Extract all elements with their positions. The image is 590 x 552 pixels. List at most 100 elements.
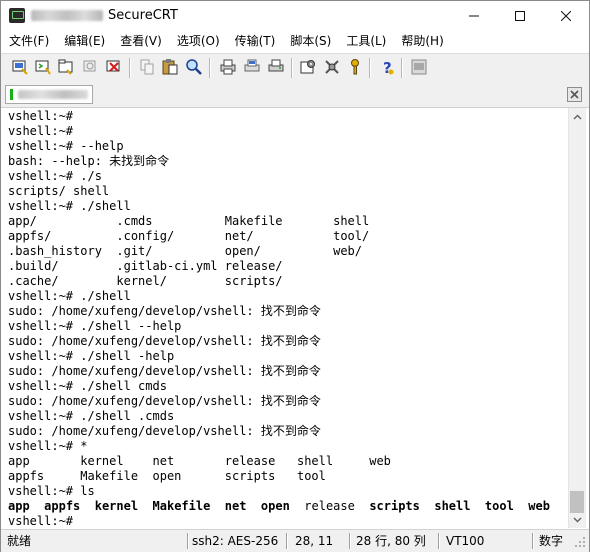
status-bar: 就绪 ssh2: AES-256 28, 11 28 行, 80 列 VT100… <box>1 529 589 552</box>
toolbar-separator <box>129 58 130 78</box>
status-ready: 就绪 <box>7 534 32 548</box>
toolbar-separator <box>291 58 292 78</box>
menu-bar: 文件(F) 编辑(E) 查看(V) 选项(O) 传输(T) 脚本(S) 工具(L… <box>1 30 589 52</box>
terminal-line: sudo: /home/xufeng/develop/vshell: 找不到命令 <box>8 364 321 378</box>
status-numlock: 数字 <box>539 534 564 548</box>
terminal-line: vshell:~# <box>8 124 74 138</box>
status-terminal-size: 28 行, 80 列 <box>356 534 426 548</box>
terminal-line: vshell:~# * <box>8 439 88 453</box>
ls-entry: net <box>224 499 247 513</box>
status-divider <box>187 533 188 549</box>
terminal-line: sudo: /home/xufeng/develop/vshell: 找不到命令 <box>8 304 321 318</box>
status-divider <box>286 533 287 549</box>
window-title: SecureCRT <box>108 8 178 23</box>
terminal-line: scripts/ shell <box>8 184 110 198</box>
terminal-scrollbar[interactable] <box>568 108 586 528</box>
menu-transfer[interactable]: 传输(T) <box>227 30 283 52</box>
close-button[interactable] <box>543 1 589 30</box>
terminal-line: sudo: /home/xufeng/develop/vshell: 找不到命令 <box>8 334 321 348</box>
session-tab-bar <box>1 82 589 108</box>
session-connected-indicator <box>10 89 13 100</box>
print-icon[interactable] <box>219 58 237 76</box>
ls-entry: appfs <box>44 499 81 513</box>
status-cipher: ssh2: AES-256 <box>192 534 279 548</box>
status-divider <box>438 533 439 549</box>
chevron-up-icon <box>573 114 582 119</box>
terminal-line: app kernel net release shell web <box>8 454 391 468</box>
terminal-screen[interactable]: vshell:~# vshell:~# vshell:~# --help bash: … <box>3 108 568 528</box>
help-icon[interactable]: ? <box>378 58 396 76</box>
toolbar-separator <box>401 58 402 78</box>
maximize-icon <box>515 10 525 21</box>
ls-entry: shell <box>434 499 471 513</box>
menu-edit[interactable]: 编辑(E) <box>56 30 112 52</box>
terminal-line: app/ .cmds Makefile shell <box>8 214 370 228</box>
terminal-line: vshell:~# ./s <box>8 169 102 183</box>
print-screen-icon[interactable] <box>267 58 285 76</box>
terminal-line: .build/ .gitlab-ci.yml release/ <box>8 259 283 273</box>
connect-in-tab-icon[interactable] <box>57 58 75 76</box>
terminal-line: sudo: /home/xufeng/develop/vshell: 找不到命令 <box>8 424 321 438</box>
menu-tools[interactable]: 工具(L) <box>338 30 393 52</box>
scroll-down-button[interactable] <box>569 511 586 528</box>
terminal-line: vshell:~# ls <box>8 484 95 498</box>
terminal-line: vshell:~# ./shell <box>8 289 131 303</box>
terminal-line: .cache/ kernel/ scripts/ <box>8 274 283 288</box>
menu-view[interactable]: 查看(V) <box>112 30 169 52</box>
disconnect-icon[interactable] <box>105 58 123 76</box>
title-bar[interactable]: SecureCRT <box>1 1 589 30</box>
global-options-icon[interactable] <box>323 58 341 76</box>
minimize-button[interactable] <box>451 1 497 30</box>
session-options-icon[interactable] <box>299 58 317 76</box>
terminal-line: vshell:~# ./shell --help <box>8 319 182 333</box>
status-divider <box>349 533 350 549</box>
session-tab-name-redacted <box>18 90 88 99</box>
sftp-icon[interactable] <box>410 58 428 76</box>
status-divider <box>532 533 533 549</box>
close-icon <box>570 90 579 99</box>
terminal-line: vshell:~# ./shell -help <box>8 349 175 363</box>
toolbar-separator <box>369 58 370 78</box>
terminal-line: vshell:~# --help <box>8 139 124 153</box>
keymap-icon[interactable] <box>346 58 364 76</box>
toolbar-separator <box>209 58 210 78</box>
close-session-tab-button[interactable] <box>567 87 582 102</box>
resize-grip-icon[interactable] <box>574 536 586 548</box>
minimize-icon <box>469 15 479 16</box>
terminal-line-ls-output: app appfs kernel Makefile net open relea… <box>8 499 550 514</box>
toolbar: ? <box>1 53 589 83</box>
securecrt-window: SecureCRT 文件(F) 编辑(E) 查看(V) 选项(O) 传输(T) … <box>0 0 590 552</box>
ls-entry: app <box>8 499 30 513</box>
menu-help[interactable]: 帮助(H) <box>393 30 450 52</box>
scroll-up-button[interactable] <box>569 108 586 125</box>
close-icon <box>561 10 571 21</box>
session-tab[interactable] <box>5 85 93 104</box>
menu-file[interactable]: 文件(F) <box>1 30 56 52</box>
terminal-line: appfs Makefile open scripts tool <box>8 469 326 483</box>
securecrt-app-icon[interactable] <box>9 8 25 23</box>
chevron-down-icon <box>573 517 582 522</box>
copy-icon[interactable] <box>138 58 156 76</box>
title-session-name-redacted <box>31 10 103 21</box>
ls-entry: tool <box>484 499 514 513</box>
status-emulation: VT100 <box>446 534 485 548</box>
menu-script[interactable]: 脚本(S) <box>282 30 338 52</box>
terminal-prompt: vshell:~# <box>8 514 74 528</box>
print-selection-icon[interactable] <box>243 58 261 76</box>
ls-entry: release <box>304 499 355 513</box>
scrollbar-thumb[interactable] <box>570 491 584 513</box>
ls-entry: kernel <box>94 499 139 513</box>
ls-entry: open <box>260 499 290 513</box>
maximize-button[interactable] <box>497 1 543 30</box>
ls-entry: web <box>528 499 550 513</box>
quick-connect-icon[interactable] <box>34 58 52 76</box>
terminal-line: vshell:~# ./shell .cmds <box>8 409 175 423</box>
connect-icon[interactable] <box>11 58 29 76</box>
terminal-line: vshell:~# ./shell cmds <box>8 379 167 393</box>
find-icon[interactable] <box>185 58 203 76</box>
terminal-line: appfs/ .config/ net/ tool/ <box>8 229 370 243</box>
reconnect-icon[interactable] <box>81 58 99 76</box>
paste-icon[interactable] <box>161 58 179 76</box>
terminal-line: .bash_history .git/ open/ web/ <box>8 244 363 258</box>
menu-options[interactable]: 选项(O) <box>169 30 227 52</box>
